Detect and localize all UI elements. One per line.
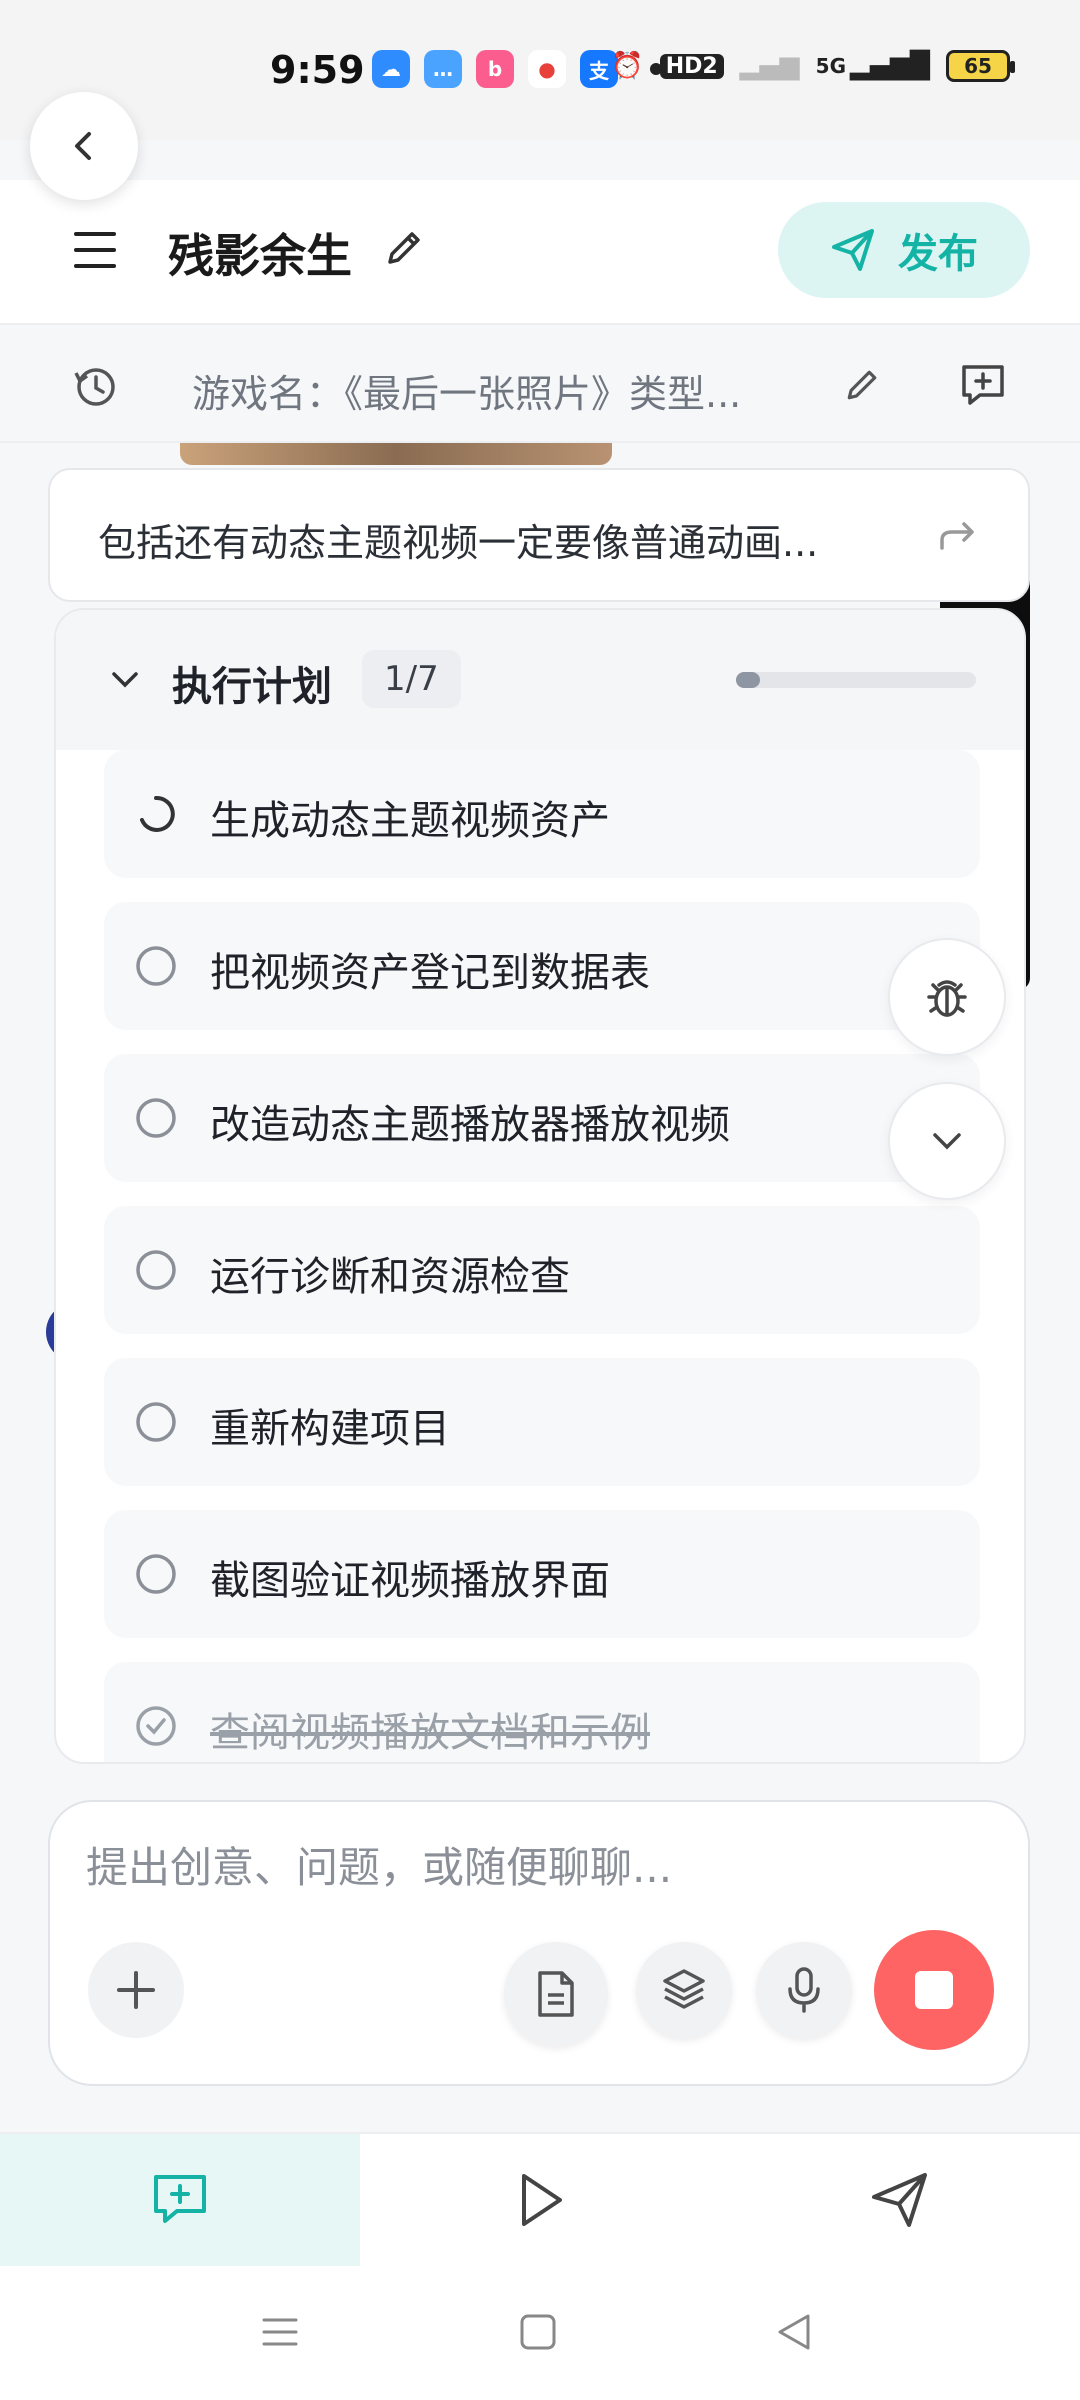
- menu-icon[interactable]: [74, 232, 116, 268]
- plan-header[interactable]: 执行计划 1/7: [56, 610, 1024, 750]
- status-time: 9:59: [270, 48, 365, 92]
- status-bar: 9:59 ☁ … b ● 支 ⏰ HD2 ▂▄▆ 5G ▂▄▆█ 65: [0, 0, 1080, 140]
- alarm-icon: ⏰: [611, 51, 644, 81]
- plan-step: 生成动态主题视频资产: [104, 750, 980, 878]
- plan-step: 截图验证视频播放界面: [104, 1510, 980, 1638]
- plan-step-list: 生成动态主题视频资产 把视频资产登记到数据表 改造动态主题播放器播放视频 运行诊…: [104, 750, 980, 1762]
- user-prompt-card[interactable]: 包括还有动态主题视频一定要像普通动画...: [48, 468, 1030, 602]
- user-prompt-text: 包括还有动态主题视频一定要像普通动画...: [98, 521, 819, 565]
- chevron-down-icon: [933, 1133, 961, 1150]
- plan-step: 重新构建项目: [104, 1358, 980, 1486]
- home-square-icon[interactable]: [516, 2310, 560, 2354]
- publish-button[interactable]: 发布: [778, 202, 1030, 298]
- background-image-peek: [180, 443, 612, 465]
- debug-button[interactable]: [888, 938, 1006, 1056]
- back-triangle-icon[interactable]: [772, 2310, 816, 2354]
- play-icon: [522, 2174, 562, 2226]
- network-type: 5G: [815, 54, 847, 78]
- plan-step-label: 运行诊断和资源检查: [210, 1254, 570, 1300]
- bottom-tab-bar: [0, 2132, 1080, 2266]
- circle-icon: [136, 946, 176, 986]
- document-icon: [538, 1971, 574, 2017]
- plan-step-count: 1/7: [362, 650, 461, 708]
- chat-plus-icon[interactable]: [958, 359, 1008, 409]
- chevron-left-icon: [75, 132, 91, 160]
- hd-badge: HD2: [659, 53, 724, 79]
- circle-icon: [136, 1098, 176, 1138]
- forward-arrow-icon[interactable]: [936, 514, 980, 558]
- bilibili-app-icon: b: [476, 50, 514, 88]
- plan-step-label: 重新构建项目: [210, 1406, 450, 1452]
- project-title: 残影余生: [168, 229, 352, 283]
- plan-step: 改造动态主题播放器播放视频: [104, 1054, 980, 1182]
- plan-step-label: 截图验证视频播放界面: [210, 1558, 610, 1604]
- loading-spinner-icon: [140, 795, 175, 832]
- check-circle-icon: [136, 1706, 176, 1746]
- circle-icon: [136, 1554, 176, 1594]
- chat-input[interactable]: [86, 1832, 986, 1902]
- signal-off-icon: ▂▄▆: [739, 51, 800, 81]
- chat-composer: [48, 1800, 1030, 2086]
- layers-button[interactable]: [636, 1942, 732, 2038]
- tab-preview[interactable]: [360, 2134, 720, 2266]
- plan-step-label: 生成动态主题视频资产: [210, 798, 610, 844]
- game-info-bar: 游戏名：《最后一张照片》类型...: [0, 327, 1080, 443]
- plan-step: 查阅视频播放文档和示例: [104, 1662, 980, 1762]
- bug-icon: [927, 980, 967, 1017]
- microphone-icon: [788, 1967, 820, 2013]
- chat-bubble-app-icon: …: [424, 50, 462, 88]
- plan-title: 执行计划: [172, 664, 332, 710]
- plan-progress-fill: [736, 672, 760, 688]
- plan-step-label: 把视频资产登记到数据表: [210, 950, 650, 996]
- layers-icon: [663, 1969, 705, 2009]
- battery-icon: 65: [946, 50, 1015, 82]
- publish-label: 发布: [898, 231, 978, 277]
- chat-plus-icon: [154, 2175, 206, 2223]
- stop-generation-button[interactable]: [874, 1930, 994, 2050]
- tab-publish[interactable]: [720, 2134, 1080, 2266]
- circle-icon: [136, 1250, 176, 1290]
- plan-step: 把视频资产登记到数据表: [104, 902, 980, 1030]
- voice-input-button[interactable]: [756, 1942, 852, 2038]
- plan-step-label: 查阅视频播放文档和示例: [210, 1710, 650, 1756]
- send-icon: [872, 2173, 927, 2227]
- circle-icon: [136, 1402, 176, 1442]
- chevron-down-icon[interactable]: [108, 668, 142, 692]
- tab-chat[interactable]: [0, 2134, 360, 2266]
- map-pin-app-icon: ●: [528, 50, 566, 88]
- plus-icon: [117, 1971, 155, 2009]
- pencil-icon[interactable]: [382, 226, 426, 270]
- recents-menu-icon[interactable]: [258, 2310, 302, 2354]
- document-button[interactable]: [504, 1942, 608, 2046]
- game-name-text[interactable]: 游戏名：《最后一张照片》类型...: [192, 363, 741, 418]
- stop-icon: [915, 1971, 953, 2009]
- plan-step: 运行诊断和资源检查: [104, 1206, 980, 1334]
- battery-level: 65: [964, 54, 992, 78]
- pencil-icon[interactable]: [842, 365, 882, 405]
- system-navigation-bar: [0, 2266, 1080, 2400]
- add-attachment-button[interactable]: [88, 1942, 184, 2038]
- plan-progress-bar: [736, 672, 976, 688]
- system-status: ⏰ HD2 ▂▄▆ 5G ▂▄▆█ 65: [611, 50, 1015, 82]
- scroll-down-button[interactable]: [888, 1082, 1006, 1200]
- send-icon: [832, 229, 874, 271]
- cloud-app-icon: ☁: [372, 50, 410, 88]
- project-header: 残影余生 发布: [0, 180, 1080, 325]
- back-button[interactable]: [30, 92, 138, 200]
- signal-icon: ▂▄▆█: [850, 51, 930, 81]
- plan-step-label: 改造动态主题播放器播放视频: [210, 1102, 730, 1148]
- execution-plan-panel: 执行计划 1/7 生成动态主题视频资产 把视频资产登记到数据表 改造动态主题播放…: [54, 608, 1026, 1764]
- history-icon[interactable]: [72, 363, 118, 409]
